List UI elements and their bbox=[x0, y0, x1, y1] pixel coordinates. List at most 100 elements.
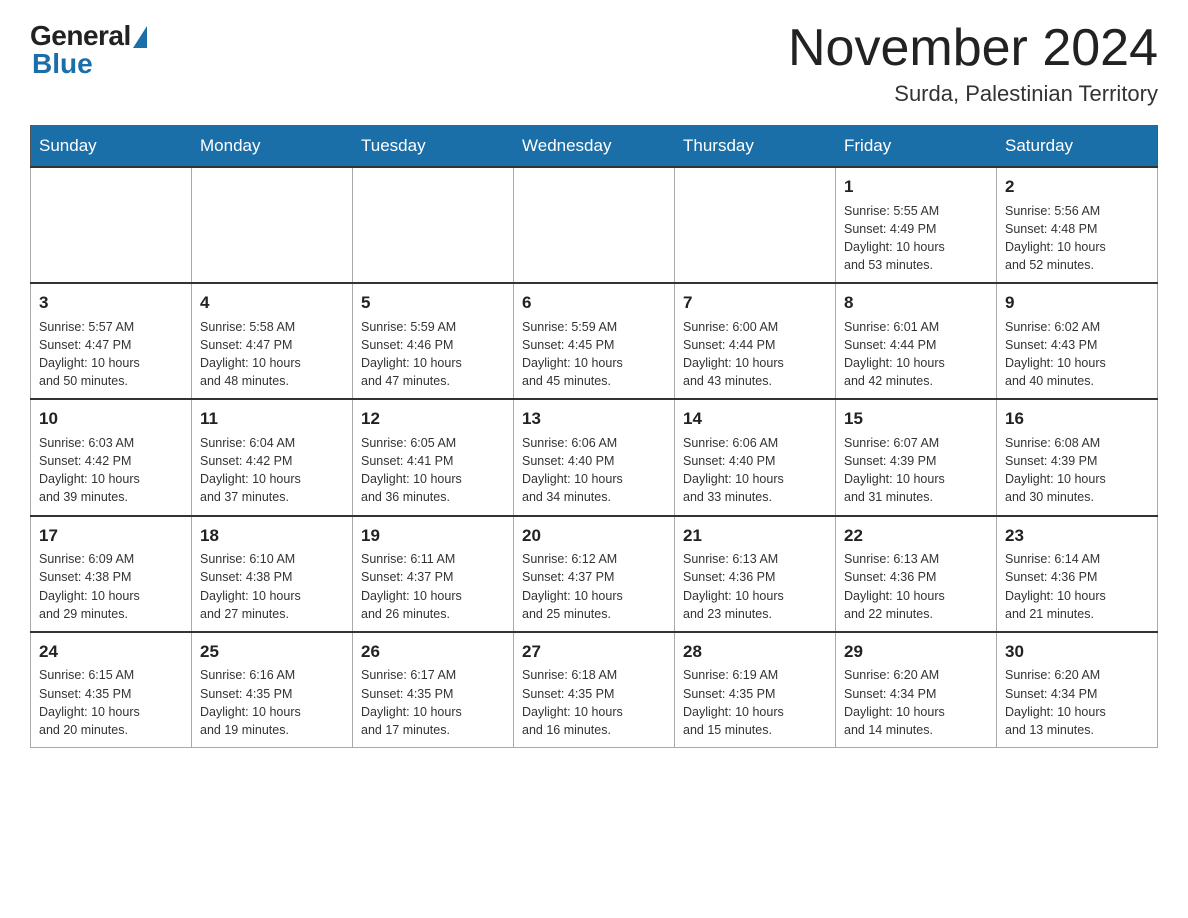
logo: General Blue bbox=[30, 20, 147, 80]
day-info: Sunrise: 6:20 AM Sunset: 4:34 PM Dayligh… bbox=[844, 666, 988, 739]
calendar-cell: 30Sunrise: 6:20 AM Sunset: 4:34 PM Dayli… bbox=[997, 632, 1158, 748]
logo-triangle-icon bbox=[133, 26, 147, 48]
weekday-header-sunday: Sunday bbox=[31, 126, 192, 168]
weekday-header-monday: Monday bbox=[192, 126, 353, 168]
day-info: Sunrise: 6:05 AM Sunset: 4:41 PM Dayligh… bbox=[361, 434, 505, 507]
day-number: 26 bbox=[361, 640, 505, 665]
day-number: 6 bbox=[522, 291, 666, 316]
weekday-header-wednesday: Wednesday bbox=[514, 126, 675, 168]
calendar-cell: 29Sunrise: 6:20 AM Sunset: 4:34 PM Dayli… bbox=[836, 632, 997, 748]
day-number: 16 bbox=[1005, 407, 1149, 432]
calendar-cell: 28Sunrise: 6:19 AM Sunset: 4:35 PM Dayli… bbox=[675, 632, 836, 748]
calendar-cell bbox=[514, 167, 675, 283]
day-info: Sunrise: 6:01 AM Sunset: 4:44 PM Dayligh… bbox=[844, 318, 988, 391]
day-number: 2 bbox=[1005, 175, 1149, 200]
day-number: 14 bbox=[683, 407, 827, 432]
weekday-header-tuesday: Tuesday bbox=[353, 126, 514, 168]
day-number: 25 bbox=[200, 640, 344, 665]
calendar-cell: 24Sunrise: 6:15 AM Sunset: 4:35 PM Dayli… bbox=[31, 632, 192, 748]
day-number: 29 bbox=[844, 640, 988, 665]
calendar-cell: 22Sunrise: 6:13 AM Sunset: 4:36 PM Dayli… bbox=[836, 516, 997, 632]
day-info: Sunrise: 6:14 AM Sunset: 4:36 PM Dayligh… bbox=[1005, 550, 1149, 623]
day-number: 23 bbox=[1005, 524, 1149, 549]
day-number: 21 bbox=[683, 524, 827, 549]
day-number: 1 bbox=[844, 175, 988, 200]
day-info: Sunrise: 6:15 AM Sunset: 4:35 PM Dayligh… bbox=[39, 666, 183, 739]
day-number: 20 bbox=[522, 524, 666, 549]
day-info: Sunrise: 5:57 AM Sunset: 4:47 PM Dayligh… bbox=[39, 318, 183, 391]
day-info: Sunrise: 5:58 AM Sunset: 4:47 PM Dayligh… bbox=[200, 318, 344, 391]
weekday-header-friday: Friday bbox=[836, 126, 997, 168]
calendar-cell: 10Sunrise: 6:03 AM Sunset: 4:42 PM Dayli… bbox=[31, 399, 192, 515]
month-title: November 2024 bbox=[788, 20, 1158, 77]
day-number: 8 bbox=[844, 291, 988, 316]
week-row-2: 3Sunrise: 5:57 AM Sunset: 4:47 PM Daylig… bbox=[31, 283, 1158, 399]
day-info: Sunrise: 6:13 AM Sunset: 4:36 PM Dayligh… bbox=[683, 550, 827, 623]
calendar-cell bbox=[192, 167, 353, 283]
week-row-4: 17Sunrise: 6:09 AM Sunset: 4:38 PM Dayli… bbox=[31, 516, 1158, 632]
day-info: Sunrise: 6:19 AM Sunset: 4:35 PM Dayligh… bbox=[683, 666, 827, 739]
calendar-cell: 26Sunrise: 6:17 AM Sunset: 4:35 PM Dayli… bbox=[353, 632, 514, 748]
week-row-1: 1Sunrise: 5:55 AM Sunset: 4:49 PM Daylig… bbox=[31, 167, 1158, 283]
page-header: General Blue November 2024 Surda, Palest… bbox=[30, 20, 1158, 107]
day-info: Sunrise: 6:07 AM Sunset: 4:39 PM Dayligh… bbox=[844, 434, 988, 507]
weekday-header-saturday: Saturday bbox=[997, 126, 1158, 168]
calendar-cell: 14Sunrise: 6:06 AM Sunset: 4:40 PM Dayli… bbox=[675, 399, 836, 515]
day-number: 13 bbox=[522, 407, 666, 432]
day-number: 19 bbox=[361, 524, 505, 549]
day-info: Sunrise: 6:13 AM Sunset: 4:36 PM Dayligh… bbox=[844, 550, 988, 623]
day-number: 18 bbox=[200, 524, 344, 549]
day-number: 28 bbox=[683, 640, 827, 665]
calendar-cell: 3Sunrise: 5:57 AM Sunset: 4:47 PM Daylig… bbox=[31, 283, 192, 399]
day-info: Sunrise: 5:59 AM Sunset: 4:46 PM Dayligh… bbox=[361, 318, 505, 391]
calendar-cell: 5Sunrise: 5:59 AM Sunset: 4:46 PM Daylig… bbox=[353, 283, 514, 399]
day-info: Sunrise: 6:12 AM Sunset: 4:37 PM Dayligh… bbox=[522, 550, 666, 623]
calendar-cell: 21Sunrise: 6:13 AM Sunset: 4:36 PM Dayli… bbox=[675, 516, 836, 632]
calendar-cell: 13Sunrise: 6:06 AM Sunset: 4:40 PM Dayli… bbox=[514, 399, 675, 515]
day-info: Sunrise: 6:08 AM Sunset: 4:39 PM Dayligh… bbox=[1005, 434, 1149, 507]
day-number: 11 bbox=[200, 407, 344, 432]
day-info: Sunrise: 6:20 AM Sunset: 4:34 PM Dayligh… bbox=[1005, 666, 1149, 739]
day-info: Sunrise: 6:16 AM Sunset: 4:35 PM Dayligh… bbox=[200, 666, 344, 739]
calendar-cell: 12Sunrise: 6:05 AM Sunset: 4:41 PM Dayli… bbox=[353, 399, 514, 515]
day-info: Sunrise: 6:04 AM Sunset: 4:42 PM Dayligh… bbox=[200, 434, 344, 507]
day-info: Sunrise: 6:10 AM Sunset: 4:38 PM Dayligh… bbox=[200, 550, 344, 623]
day-number: 24 bbox=[39, 640, 183, 665]
day-number: 27 bbox=[522, 640, 666, 665]
day-info: Sunrise: 6:06 AM Sunset: 4:40 PM Dayligh… bbox=[522, 434, 666, 507]
day-number: 30 bbox=[1005, 640, 1149, 665]
calendar-cell: 27Sunrise: 6:18 AM Sunset: 4:35 PM Dayli… bbox=[514, 632, 675, 748]
calendar-cell: 11Sunrise: 6:04 AM Sunset: 4:42 PM Dayli… bbox=[192, 399, 353, 515]
calendar-cell: 6Sunrise: 5:59 AM Sunset: 4:45 PM Daylig… bbox=[514, 283, 675, 399]
day-info: Sunrise: 6:11 AM Sunset: 4:37 PM Dayligh… bbox=[361, 550, 505, 623]
day-number: 7 bbox=[683, 291, 827, 316]
day-info: Sunrise: 6:17 AM Sunset: 4:35 PM Dayligh… bbox=[361, 666, 505, 739]
day-info: Sunrise: 6:02 AM Sunset: 4:43 PM Dayligh… bbox=[1005, 318, 1149, 391]
day-number: 4 bbox=[200, 291, 344, 316]
day-info: Sunrise: 5:56 AM Sunset: 4:48 PM Dayligh… bbox=[1005, 202, 1149, 275]
calendar-cell: 4Sunrise: 5:58 AM Sunset: 4:47 PM Daylig… bbox=[192, 283, 353, 399]
day-number: 3 bbox=[39, 291, 183, 316]
calendar-cell: 19Sunrise: 6:11 AM Sunset: 4:37 PM Dayli… bbox=[353, 516, 514, 632]
calendar-cell: 1Sunrise: 5:55 AM Sunset: 4:49 PM Daylig… bbox=[836, 167, 997, 283]
week-row-5: 24Sunrise: 6:15 AM Sunset: 4:35 PM Dayli… bbox=[31, 632, 1158, 748]
calendar-cell: 17Sunrise: 6:09 AM Sunset: 4:38 PM Dayli… bbox=[31, 516, 192, 632]
calendar-cell: 2Sunrise: 5:56 AM Sunset: 4:48 PM Daylig… bbox=[997, 167, 1158, 283]
calendar-cell bbox=[31, 167, 192, 283]
calendar-cell: 9Sunrise: 6:02 AM Sunset: 4:43 PM Daylig… bbox=[997, 283, 1158, 399]
day-number: 9 bbox=[1005, 291, 1149, 316]
calendar-cell: 8Sunrise: 6:01 AM Sunset: 4:44 PM Daylig… bbox=[836, 283, 997, 399]
day-info: Sunrise: 5:59 AM Sunset: 4:45 PM Dayligh… bbox=[522, 318, 666, 391]
day-number: 17 bbox=[39, 524, 183, 549]
calendar-cell: 23Sunrise: 6:14 AM Sunset: 4:36 PM Dayli… bbox=[997, 516, 1158, 632]
calendar-cell: 25Sunrise: 6:16 AM Sunset: 4:35 PM Dayli… bbox=[192, 632, 353, 748]
day-info: Sunrise: 6:18 AM Sunset: 4:35 PM Dayligh… bbox=[522, 666, 666, 739]
day-info: Sunrise: 6:03 AM Sunset: 4:42 PM Dayligh… bbox=[39, 434, 183, 507]
calendar-cell: 15Sunrise: 6:07 AM Sunset: 4:39 PM Dayli… bbox=[836, 399, 997, 515]
calendar-cell bbox=[353, 167, 514, 283]
day-info: Sunrise: 5:55 AM Sunset: 4:49 PM Dayligh… bbox=[844, 202, 988, 275]
title-block: November 2024 Surda, Palestinian Territo… bbox=[788, 20, 1158, 107]
calendar-cell: 18Sunrise: 6:10 AM Sunset: 4:38 PM Dayli… bbox=[192, 516, 353, 632]
logo-blue-text: Blue bbox=[32, 48, 93, 80]
calendar-cell: 7Sunrise: 6:00 AM Sunset: 4:44 PM Daylig… bbox=[675, 283, 836, 399]
